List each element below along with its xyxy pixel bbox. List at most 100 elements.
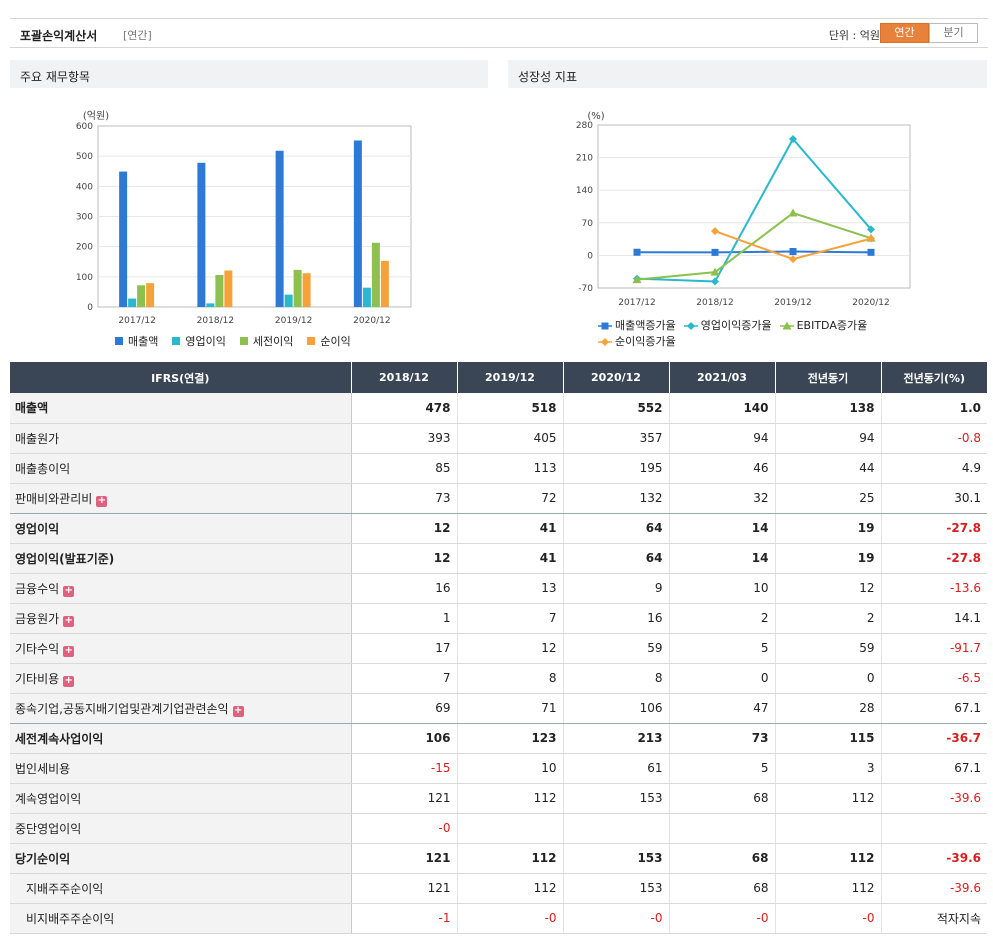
table-row: 기타비용 +7 8 8 0 0 -6.5 <box>10 663 987 694</box>
y-tick-label: 300 <box>76 213 93 223</box>
value-cell: 14 <box>669 513 776 544</box>
value-cell: 64 <box>563 513 670 544</box>
expand-plus-icon[interactable]: + <box>63 615 75 627</box>
value-cell: 73 <box>669 723 776 754</box>
legend-label: 영업이익 <box>185 335 226 348</box>
legend-item: 영업이익 <box>172 333 226 349</box>
row-label-cell: 영업이익(발표기준) <box>10 543 352 574</box>
period-toggle: 연간 분기 <box>880 23 978 43</box>
value-cell: -15 <box>351 753 458 784</box>
value-cell: -6.5 <box>881 663 987 694</box>
x-tick-label: 2020/12 <box>852 298 889 308</box>
value-cell: 112 <box>775 783 882 814</box>
legend-marker <box>598 338 612 346</box>
value-cell: 71 <box>457 693 564 724</box>
column-header: 전년동기 <box>775 362 882 393</box>
value-cell: 13 <box>457 573 564 604</box>
y-tick-label: 210 <box>576 154 593 164</box>
row-label-cell: 종속기업,공동지배기업및관계기업관련손익 + <box>10 693 352 724</box>
statement-title: 포괄손익계산서 <box>20 29 98 43</box>
statement-header: 포괄손익계산서 [연간] 단위 : 억원 연간 분기 <box>10 18 988 48</box>
value-cell: 10 <box>457 753 564 784</box>
column-header: 2019/12 <box>457 362 564 393</box>
income-statement-table: IFRS(연결) 2018/12 2019/12 2020/12 2021/03 전년동기… <box>10 362 987 934</box>
value-cell: -91.7 <box>881 633 987 664</box>
table-row: 계속영업이익 121 112 153 68 112 -39.6 <box>10 783 987 814</box>
legend-label: 매출액 <box>128 335 159 348</box>
value-cell: 41 <box>457 543 564 574</box>
row-label: 비지배주주순이익 <box>26 911 115 926</box>
row-label: 법인세비용 <box>15 761 71 776</box>
table-row: 기타수익 +17 12 59 5 59 -91.7 <box>10 633 987 664</box>
x-tick-label: 2017/12 <box>118 316 155 325</box>
value-cell: 121 <box>351 843 458 874</box>
value-cell <box>563 813 670 844</box>
table-row: 세전계속사업이익 106 123 213 73 115 -36.7 <box>10 723 987 754</box>
expand-plus-icon[interactable]: + <box>96 495 108 507</box>
legend-item: 순이익증가율 <box>598 335 676 349</box>
period-label: [연간] <box>123 29 152 42</box>
value-cell: 16 <box>351 573 458 604</box>
row-label: 매출원가 <box>15 431 60 446</box>
row-label-cell: 판매비와관리비 + <box>10 483 352 514</box>
legend-point <box>601 322 609 330</box>
row-label: 당기순이익 <box>15 851 71 866</box>
value-cell: 16 <box>563 603 670 634</box>
table-row: 매출총이익 85 113 195 46 44 4.9 <box>10 453 987 484</box>
value-cell: 112 <box>775 843 882 874</box>
bar-3 <box>137 285 146 307</box>
legend-item: 순이익 <box>307 333 351 349</box>
value-cell: -1 <box>351 903 458 934</box>
value-cell: 14.1 <box>881 603 987 634</box>
y-axis-unit: (억원) <box>83 110 109 122</box>
expand-plus-icon[interactable]: + <box>63 585 75 597</box>
y-tick-label: 500 <box>76 152 93 162</box>
series-point-1 <box>633 248 641 256</box>
row-label-cell: 기타비용 + <box>10 663 352 694</box>
value-cell: -27.8 <box>881 543 987 574</box>
x-tick-label: 2019/12 <box>275 316 312 325</box>
bar-4 <box>224 270 233 307</box>
value-cell: 44 <box>775 453 882 484</box>
x-tick-label: 2020/12 <box>353 316 390 325</box>
table-row: 매출액 478 518 552 140 138 1.0 <box>10 393 987 424</box>
row-label: 기타비용 <box>15 671 60 686</box>
value-cell: 47 <box>669 693 776 724</box>
row-label: 종속기업,공동지배기업및관계기업관련손익 <box>15 701 229 716</box>
value-cell: 12 <box>351 513 458 544</box>
value-cell: 59 <box>775 633 882 664</box>
tab-quarterly[interactable]: 분기 <box>929 23 978 43</box>
value-cell: 94 <box>775 423 882 454</box>
expand-plus-icon[interactable]: + <box>232 705 244 717</box>
value-cell: 1.0 <box>881 393 987 424</box>
row-label-cell: 매출원가 <box>10 423 352 454</box>
legend-marker <box>598 322 612 330</box>
value-cell: 68 <box>669 843 776 874</box>
expand-plus-icon[interactable]: + <box>63 675 75 687</box>
legend-label: 매출액증가율 <box>615 319 676 332</box>
row-label-cell: 비지배주주순이익 <box>10 903 352 934</box>
expand-plus-icon[interactable]: + <box>63 645 75 657</box>
tab-annual[interactable]: 연간 <box>880 23 929 43</box>
row-label: 세전계속사업이익 <box>15 731 104 746</box>
row-label: 지배주주순이익 <box>26 881 104 896</box>
row-label-cell: 법인세비용 <box>10 753 352 784</box>
value-cell: 3 <box>775 753 882 784</box>
y-tick-label: 0 <box>87 303 93 313</box>
row-label: 매출총이익 <box>15 461 71 476</box>
table-row: 매출원가 393 405 357 94 94 -0.8 <box>10 423 987 454</box>
row-label-cell: 금융수익 + <box>10 573 352 604</box>
value-cell: 213 <box>563 723 670 754</box>
bar-1 <box>197 162 206 307</box>
row-label: 계속영업이익 <box>15 791 82 806</box>
x-tick-label: 2018/12 <box>696 298 733 308</box>
value-cell: -13.6 <box>881 573 987 604</box>
bar-3 <box>371 242 380 307</box>
plot-area <box>597 124 911 289</box>
row-label: 기타수익 <box>15 641 60 656</box>
value-cell: 123 <box>457 723 564 754</box>
bar-1 <box>353 140 362 307</box>
row-label-cell: 기타수익 + <box>10 633 352 664</box>
column-header: 2018/12 <box>351 362 458 393</box>
value-cell: 518 <box>457 393 564 424</box>
